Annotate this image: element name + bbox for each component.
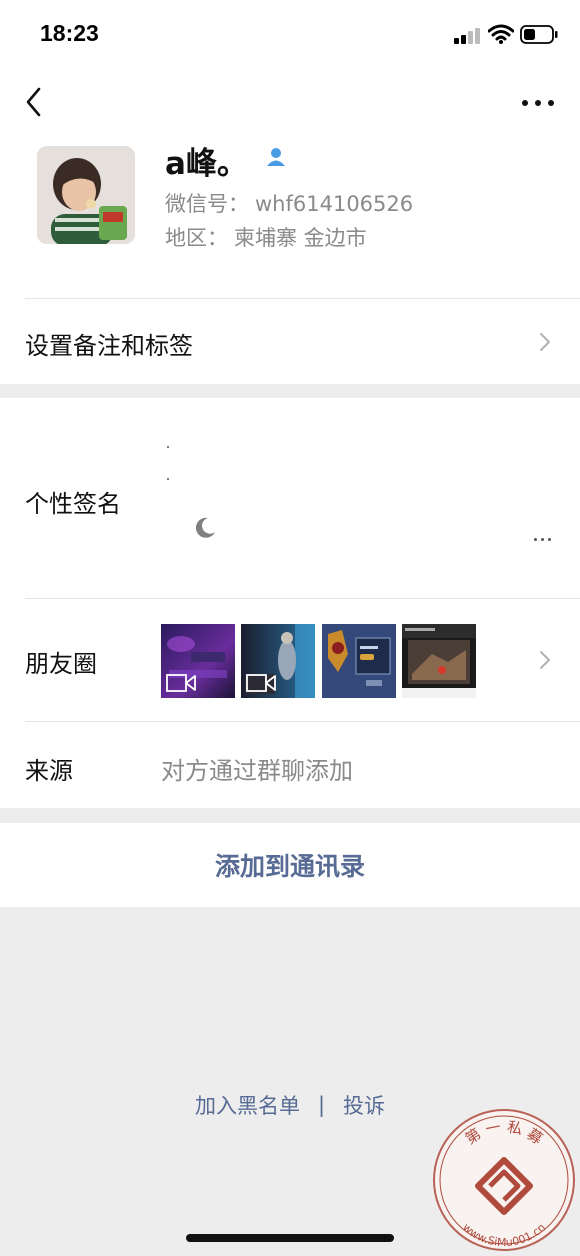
signature-dot — [167, 478, 169, 480]
nickname: a峰。 — [165, 146, 248, 182]
blacklist-link[interactable]: 加入黑名单 — [195, 1090, 300, 1120]
region-value: 柬埔寨 金边市 — [234, 226, 367, 250]
home-indicator[interactable] — [186, 1234, 394, 1242]
signature-label: 个性签名 — [25, 490, 121, 518]
source-label: 来源 — [25, 757, 73, 785]
crescent-moon-icon — [195, 517, 215, 538]
source-value: 对方通过群聊添加 — [161, 757, 353, 785]
avatar[interactable] — [37, 146, 135, 244]
top-nav — [0, 70, 580, 134]
region-label: 地区： — [165, 226, 228, 250]
chevron-left-icon — [26, 87, 41, 117]
avatar-image — [37, 146, 135, 244]
battery-icon — [520, 25, 558, 44]
divider — [25, 298, 580, 299]
video-camera-icon — [166, 674, 196, 692]
remark-label: 设置备注和标签 — [25, 332, 193, 360]
moments-label: 朋友圈 — [25, 650, 97, 678]
cellular-signal-icon — [454, 28, 482, 44]
wechat-id-label: 微信号： — [165, 192, 249, 216]
person-icon — [267, 148, 285, 166]
report-link[interactable]: 投诉 — [343, 1090, 385, 1120]
chevron-right-icon — [540, 651, 550, 669]
remark-and-tags-row[interactable]: 设置备注和标签 — [0, 298, 580, 384]
region-row: 地区： 柬埔寨 金边市 — [165, 222, 367, 252]
moments-thumbnail[interactable] — [402, 624, 476, 698]
moments-thumbnail[interactable] — [241, 624, 315, 698]
add-to-contacts-button[interactable]: 添加到通讯录 — [0, 823, 580, 907]
signature-more-icon[interactable] — [533, 536, 553, 542]
more-button[interactable] — [518, 88, 558, 116]
more-dots-icon — [522, 100, 528, 106]
status-time: 18:23 — [40, 20, 99, 46]
profile-header: a峰。 微信号： whf614106526 地区： 柬埔寨 金边市 — [0, 134, 580, 298]
footer-separator: | — [317, 1093, 326, 1117]
status-bar: 18:23 — [0, 0, 580, 70]
chevron-right-icon — [540, 333, 550, 351]
moments-thumbnail[interactable] — [322, 624, 396, 698]
video-camera-icon — [246, 674, 276, 692]
back-button[interactable] — [20, 84, 50, 120]
signature-dot — [167, 446, 169, 448]
wechat-id-row: 微信号： whf614106526 — [165, 188, 413, 218]
wechat-id-value: whf614106526 — [255, 192, 414, 216]
moments-thumbnail[interactable] — [161, 624, 235, 698]
source-row: 来源 对方通过群聊添加 — [0, 722, 580, 808]
details-card: 个性签名 朋友圈 来源 对方通过群聊添加 — [0, 398, 580, 808]
wifi-icon — [488, 24, 514, 44]
add-to-contacts-label: 添加到通讯录 — [214, 852, 365, 881]
watermark-logo: 第 一 私 募 www.SiMu001.cn — [433, 1109, 575, 1251]
